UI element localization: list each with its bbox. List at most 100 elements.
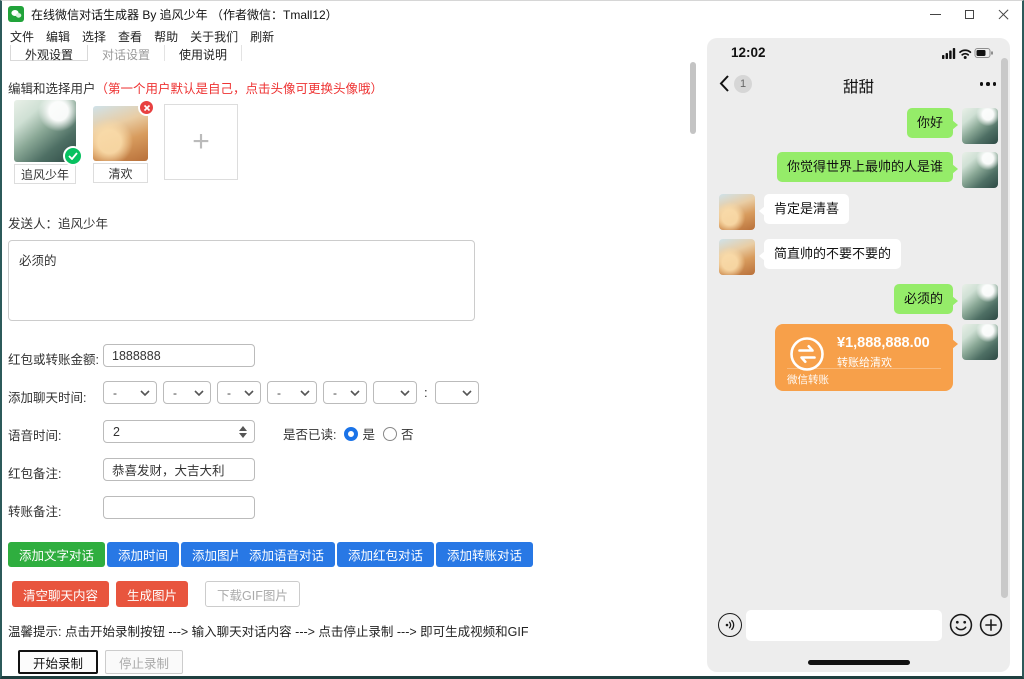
user-section-heading: 编辑和选择用户（第一个用户默认是自己，点击头像可更换头像哦）	[8, 78, 383, 97]
time-select-hour[interactable]	[373, 381, 417, 404]
chevron-down-icon	[244, 390, 254, 396]
chat-message: 简直帅的不要不要的	[719, 239, 998, 275]
user-name-friend: 清欢	[93, 163, 148, 183]
chevron-down-icon	[350, 390, 360, 396]
add-transfer-message-button[interactable]: 添加转账对话	[436, 542, 533, 567]
more-menu-icon[interactable]	[980, 82, 997, 86]
time-select-day[interactable]: -	[217, 381, 261, 404]
stop-record-button[interactable]: 停止录制	[105, 650, 183, 674]
chat-text-input[interactable]	[746, 610, 942, 641]
menu-file[interactable]: 文件	[4, 28, 40, 45]
plus-icon[interactable]	[979, 613, 1003, 637]
chat-message: 你好	[719, 108, 998, 144]
message-input[interactable]: 必须的	[8, 240, 475, 321]
voice-input-icon[interactable]	[718, 613, 742, 637]
maximize-button[interactable]	[952, 0, 986, 28]
emoji-icon[interactable]	[949, 613, 973, 637]
phone-input-bar	[707, 604, 1010, 650]
time-select-period[interactable]: -	[323, 381, 367, 404]
add-time-button[interactable]: 添加时间	[107, 542, 179, 567]
time-select-year[interactable]: -	[103, 381, 157, 404]
wifi-icon	[960, 50, 970, 59]
chat-message: 肯定是清喜	[719, 194, 998, 230]
status-time: 12:02	[731, 45, 766, 60]
voice-duration-stepper[interactable]: 2	[103, 420, 255, 443]
voice-duration-label: 语音时间:	[8, 425, 61, 444]
record-buttons-row: 开始录制 停止录制	[18, 650, 183, 674]
heading-note: （第一个用户默认是自己，点击头像可更换头像哦）	[96, 82, 384, 96]
editor-scrollbar[interactable]	[690, 62, 696, 134]
message-bubble: 你好	[907, 108, 953, 138]
menu-refresh[interactable]: 刷新	[244, 28, 280, 45]
remove-user-icon[interactable]	[138, 99, 155, 116]
action-buttons-row: 清空聊天内容 生成图片 下载GIF图片	[12, 581, 300, 607]
chevron-down-icon	[400, 390, 410, 396]
menu-view[interactable]: 查看	[112, 28, 148, 45]
phone-scrollbar[interactable]	[1001, 58, 1008, 598]
avatar-self	[962, 284, 998, 320]
amount-input[interactable]	[103, 344, 255, 367]
tab-dialogue-settings[interactable]: 对话设置	[88, 45, 165, 61]
phone-status-bar: 12:02	[707, 38, 1010, 64]
transfer-card[interactable]: ¥1,888,888.00 转账给清欢 微信转账	[775, 324, 953, 391]
tab-appearance-settings[interactable]: 外观设置	[10, 45, 88, 61]
time-colon: :	[424, 385, 428, 400]
time-select-month[interactable]: -	[163, 381, 211, 404]
menu-about[interactable]: 关于我们	[184, 28, 244, 45]
stepper-arrows-icon[interactable]	[239, 426, 247, 438]
avatar-self	[962, 108, 998, 144]
redpacket-note-input[interactable]	[103, 458, 255, 481]
start-record-button[interactable]: 开始录制	[18, 650, 98, 674]
clear-chat-button[interactable]: 清空聊天内容	[12, 581, 109, 607]
phone-preview: 12:02 1 甜甜 你好 你觉得世界上最帅的人是谁	[707, 38, 1010, 672]
menu-select[interactable]: 选择	[76, 28, 112, 45]
transfer-footer: 微信转账	[787, 368, 941, 387]
download-gif-button[interactable]: 下载GIF图片	[205, 581, 300, 607]
read-no-radio[interactable]	[383, 427, 397, 441]
chevron-down-icon	[140, 390, 150, 396]
maximize-icon	[965, 10, 974, 19]
chat-message-transfer: ¥1,888,888.00 转账给清欢 微信转账	[719, 324, 998, 391]
menu-edit[interactable]: 编辑	[40, 28, 76, 45]
home-indicator	[808, 660, 910, 665]
app-icon	[8, 6, 24, 22]
message-bubble: 必须的	[894, 284, 953, 314]
title-bar: 在线微信对话生成器 By 追风少年 （作者微信：Tmall12）	[0, 0, 1024, 28]
time-select-weekday[interactable]: -	[267, 381, 317, 404]
time-select-minute[interactable]	[435, 381, 479, 404]
generate-image-button[interactable]: 生成图片	[116, 581, 188, 607]
amount-label: 红包或转账金额:	[8, 349, 99, 368]
menu-bar: 文件 编辑 选择 查看 帮助 关于我们 刷新	[4, 28, 280, 45]
chat-title: 甜甜	[707, 75, 1010, 97]
avatar-self	[962, 324, 998, 360]
signal-icon	[942, 48, 955, 59]
avatar-friend[interactable]	[93, 106, 148, 161]
chevron-down-icon	[300, 390, 310, 396]
read-yes-radio[interactable]	[344, 427, 358, 441]
minimize-button[interactable]	[918, 0, 952, 28]
battery-icon	[975, 49, 993, 58]
chevron-down-icon	[462, 390, 472, 396]
window-title: 在线微信对话生成器 By 追风少年 （作者微信：Tmall12）	[31, 6, 338, 23]
voice-duration-value: 2	[113, 425, 120, 439]
add-text-message-button[interactable]: 添加文字对话	[8, 542, 105, 567]
avatar-self[interactable]	[14, 100, 76, 162]
add-buttons-group-2: 添加语音对话 添加红包对话 添加转账对话	[238, 542, 533, 567]
status-icons	[942, 46, 994, 64]
transfer-note-input[interactable]	[103, 496, 255, 519]
message-bubble: 简直帅的不要不要的	[764, 239, 901, 269]
minimize-icon	[930, 14, 941, 15]
user-name-self: 追风少年	[14, 164, 76, 184]
phone-nav-bar: 1 甜甜	[707, 64, 1010, 104]
close-icon	[998, 9, 1009, 20]
add-voice-message-button[interactable]: 添加语音对话	[238, 542, 335, 567]
add-redpacket-message-button[interactable]: 添加红包对话	[337, 542, 434, 567]
avatar-friend	[719, 239, 755, 275]
add-user-button[interactable]: +	[164, 104, 238, 180]
menu-help[interactable]: 帮助	[148, 28, 184, 45]
close-button[interactable]	[986, 0, 1020, 28]
selected-check-icon	[63, 146, 83, 166]
tab-strip: 外观设置 对话设置 使用说明	[10, 45, 242, 61]
redpacket-note-label: 红包备注:	[8, 463, 61, 482]
tab-instructions[interactable]: 使用说明	[165, 45, 242, 61]
